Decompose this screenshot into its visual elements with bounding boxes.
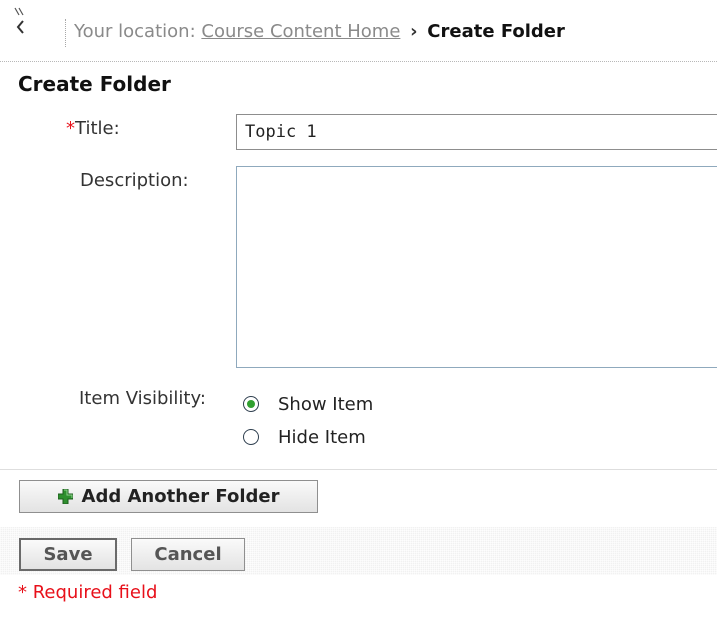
add-another-folder-label: Add Another Folder [81, 486, 280, 507]
title-label: *Title: [66, 118, 120, 139]
radio-hide-item[interactable]: Hide Item [243, 425, 366, 449]
section-divider [0, 469, 717, 470]
radio-hide-item-label: Hide Item [278, 426, 366, 448]
save-button[interactable]: Save [19, 538, 117, 571]
radio-show-item-circle[interactable] [243, 396, 259, 412]
description-textarea[interactable] [236, 166, 717, 368]
back-arrow-icon[interactable] [10, 6, 32, 42]
radio-show-item[interactable]: Show Item [243, 392, 373, 416]
plus-icon [57, 489, 73, 504]
required-marker: * [66, 118, 75, 139]
add-another-folder-button[interactable]: Add Another Folder [19, 480, 318, 513]
cancel-button[interactable]: Cancel [131, 538, 245, 571]
breadcrumb-prefix: Your location: [74, 21, 196, 42]
breadcrumb-current: Create Folder [427, 21, 565, 42]
title-label-text: Title: [75, 118, 120, 139]
title-input[interactable] [236, 114, 717, 150]
description-label: Description: [80, 170, 189, 191]
radio-hide-item-circle[interactable] [243, 429, 259, 445]
breadcrumb-bar: Your location: Course Content Home › Cre… [0, 0, 717, 62]
breadcrumb-link-course-content-home[interactable]: Course Content Home [201, 21, 400, 42]
breadcrumb-divider [65, 19, 66, 47]
radio-show-item-label: Show Item [278, 393, 374, 415]
breadcrumb: Your location: Course Content Home › Cre… [74, 20, 565, 44]
page-title: Create Folder [18, 72, 171, 96]
required-field-note: * Required field [18, 582, 158, 603]
item-visibility-label: Item Visibility: [79, 388, 206, 409]
breadcrumb-separator: › [410, 21, 418, 42]
